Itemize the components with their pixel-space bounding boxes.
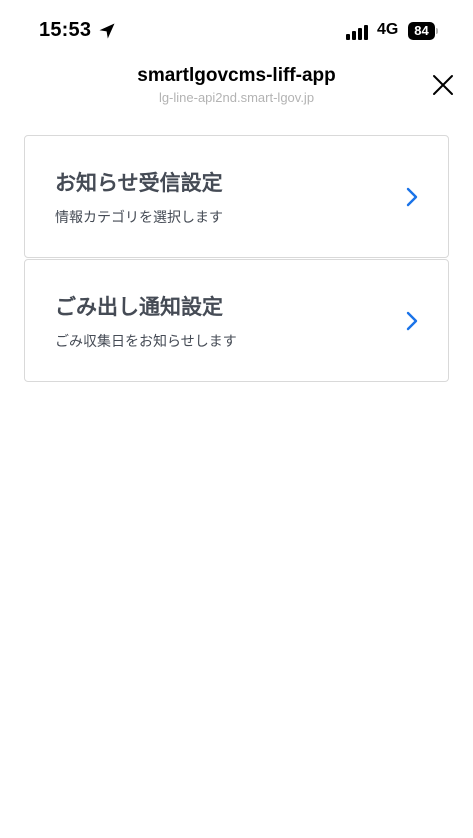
chevron-right-icon <box>406 311 418 331</box>
menu-item-title: お知らせ受信設定 <box>55 171 223 195</box>
chevron-right-icon <box>406 187 418 207</box>
menu-item-description: 情報カテゴリを選択します <box>55 210 223 226</box>
network-type: 4G <box>377 21 399 38</box>
app-domain: lg-line-api2nd.smart-lgov.jp <box>158 90 315 105</box>
signal-icon <box>346 24 370 40</box>
menu-item-title: ごみ出し通知設定 <box>55 295 223 319</box>
close-icon[interactable] <box>428 70 458 100</box>
battery-icon: 84 <box>408 22 438 40</box>
menu-item-notification-settings[interactable]: お知らせ受信設定 情報カテゴリを選択します <box>24 135 449 258</box>
menu-item-garbage-notification[interactable]: ごみ出し通知設定 ごみ収集日をお知らせします <box>24 259 449 382</box>
menu-item-description: ごみ収集日をお知らせします <box>55 334 237 350</box>
status-time: 15:53 <box>39 19 92 41</box>
app-header: smartlgovcms-liff-app lg-line-api2nd.sma… <box>0 60 473 120</box>
app-title: smartlgovcms-liff-app <box>137 65 336 86</box>
battery-level: 84 <box>408 22 435 40</box>
status-bar: 15:53 4G 84 <box>0 0 473 60</box>
location-arrow-icon <box>99 23 115 39</box>
settings-menu: お知らせ受信設定 情報カテゴリを選択します ごみ出し通知設定 ごみ収集日をお知ら… <box>24 135 449 383</box>
